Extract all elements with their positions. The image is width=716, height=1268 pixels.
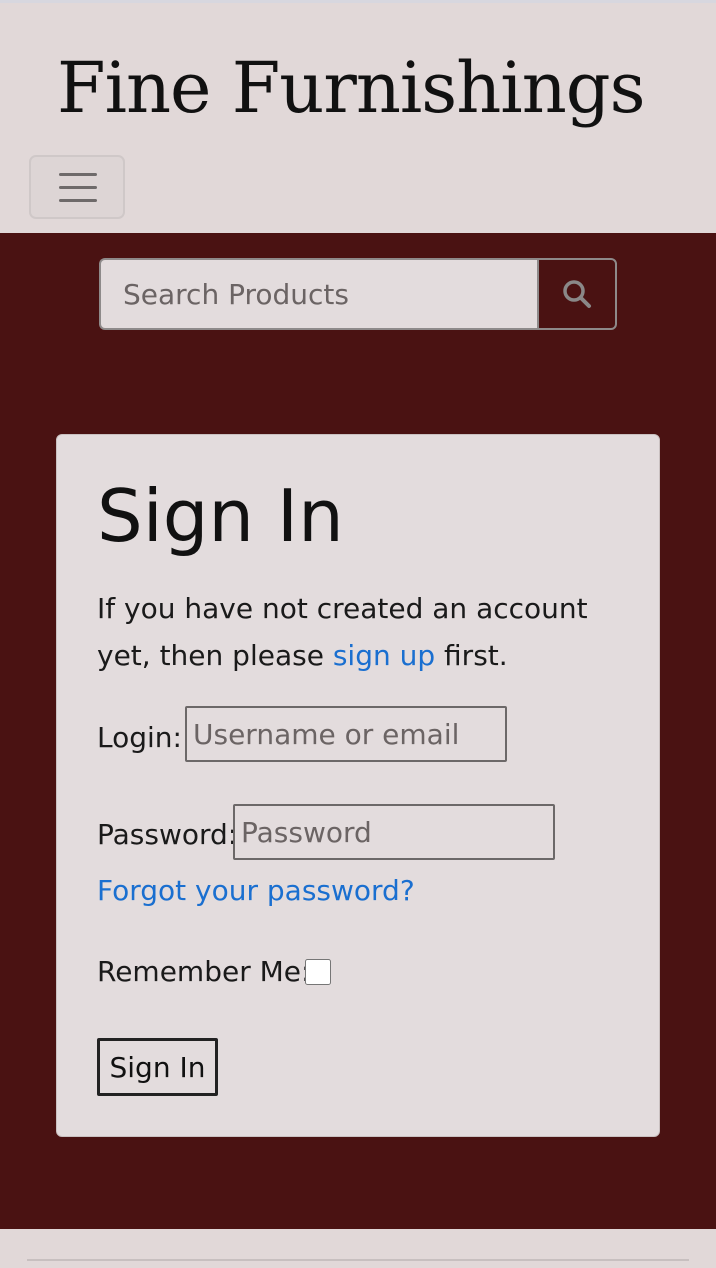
search-icon (563, 280, 591, 308)
search-input[interactable] (99, 258, 537, 330)
brand-logo-text[interactable]: Fine Furnishings (57, 47, 646, 129)
main-content: Sign In If you have not created an accou… (0, 233, 716, 1229)
sign-in-button[interactable]: Sign In (97, 1038, 218, 1096)
login-label: Login: (97, 721, 182, 754)
remember-me-checkbox[interactable] (305, 959, 331, 985)
signup-prompt: If you have not created an account yet, … (97, 585, 637, 679)
search-form (99, 258, 617, 330)
forgot-password-link[interactable]: Forgot your password? (97, 877, 415, 905)
login-input[interactable] (185, 706, 507, 762)
menu-toggle-button[interactable] (29, 155, 125, 219)
password-input[interactable] (233, 804, 555, 860)
sign-in-card: Sign In If you have not created an accou… (56, 434, 660, 1137)
password-label: Password: (97, 818, 238, 851)
footer-divider (27, 1259, 689, 1261)
site-header: Fine Furnishings (0, 0, 716, 233)
page-title: Sign In (97, 474, 344, 558)
signup-prompt-suffix: first. (435, 639, 508, 672)
search-button[interactable] (537, 258, 617, 330)
remember-me-label: Remember Me: (97, 955, 311, 988)
sign-up-link[interactable]: sign up (333, 639, 435, 672)
